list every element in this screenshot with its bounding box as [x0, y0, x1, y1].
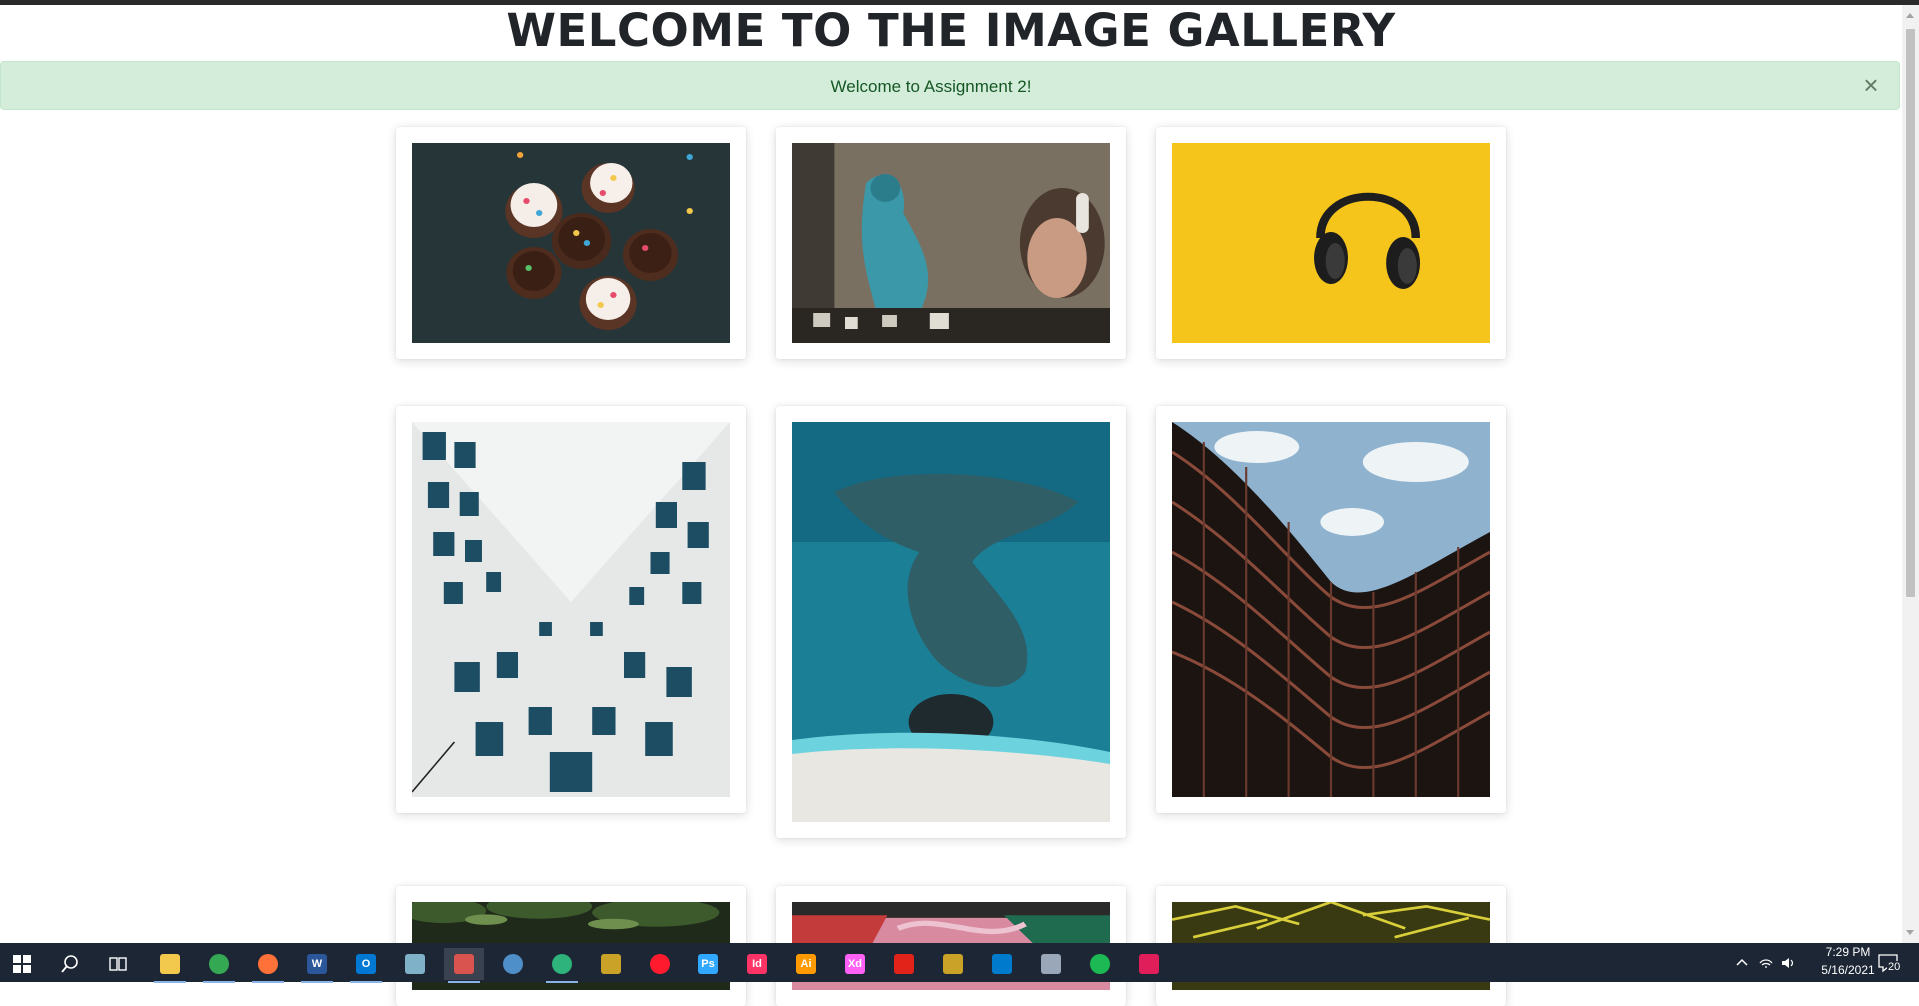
running-indicator	[448, 981, 480, 983]
outlook-icon-glyph: O	[356, 954, 376, 974]
sourcetree-icon[interactable]	[933, 948, 973, 980]
volume-icon[interactable]	[1780, 955, 1796, 971]
paint-icon-glyph	[1041, 954, 1061, 974]
notification-count: 20	[1887, 961, 1902, 973]
chrome-icon-glyph	[209, 954, 229, 974]
windows-start-icon[interactable]	[2, 948, 42, 980]
illustrator-icon[interactable]: Ai	[786, 948, 826, 980]
photoshop-icon-glyph: Ps	[698, 954, 718, 974]
file-explorer-icon-glyph	[160, 954, 180, 974]
alert-close-button[interactable]: ×	[1857, 71, 1885, 99]
welcome-alert: Welcome to Assignment 2! ×	[0, 61, 1900, 110]
scroll-thumb[interactable]	[1906, 29, 1915, 597]
globe-app-icon-glyph	[503, 954, 523, 974]
photoshop-icon[interactable]: Ps	[688, 948, 728, 980]
scroll-down-arrow-icon[interactable]	[1906, 930, 1914, 935]
search-icon-glyph	[60, 954, 80, 974]
snipping-tool-icon-glyph	[454, 954, 474, 974]
slack-icon-glyph	[1139, 954, 1159, 974]
spotify-icon-glyph	[1090, 954, 1110, 974]
sticky-app-icon[interactable]	[395, 948, 435, 980]
indesign-icon[interactable]: Id	[737, 948, 777, 980]
page-scrollbar[interactable]	[1902, 5, 1919, 943]
xd-icon[interactable]: Xd	[835, 948, 875, 980]
running-indicator	[546, 981, 578, 983]
xd-icon-glyph: Xd	[845, 954, 865, 974]
illustrator-icon-glyph: Ai	[796, 954, 816, 974]
paint-icon[interactable]	[1031, 948, 1071, 980]
page-title: WELCOME TO THE IMAGE GALLERY	[506, 4, 1396, 57]
running-indicator	[154, 981, 186, 983]
graffiti-woman-image[interactable]	[792, 143, 1110, 343]
vscode-icon-glyph	[992, 954, 1012, 974]
indesign-icon-glyph: Id	[747, 954, 767, 974]
green-app-icon-glyph	[552, 954, 572, 974]
headphones-image[interactable]	[1172, 143, 1490, 343]
gallery-card-white-building[interactable]	[396, 406, 746, 813]
white-building-image[interactable]	[412, 422, 730, 797]
gitkraken-icon-glyph	[601, 954, 621, 974]
firefox-icon-glyph	[258, 954, 278, 974]
task-view-icon-glyph	[108, 954, 128, 974]
chrome-icon[interactable]	[199, 948, 239, 983]
gallery-card-cupcakes[interactable]	[396, 127, 746, 359]
search-icon[interactable]	[50, 948, 90, 980]
running-indicator	[252, 981, 284, 983]
running-indicator	[350, 981, 382, 983]
word-icon[interactable]: W	[297, 948, 337, 983]
running-indicator	[203, 981, 235, 983]
running-indicator	[301, 981, 333, 983]
firefox-icon[interactable]	[248, 948, 288, 983]
task-view-icon[interactable]	[98, 948, 138, 980]
gitkraken-icon[interactable]	[591, 948, 631, 980]
acrobat-icon[interactable]	[884, 948, 924, 980]
file-explorer-icon[interactable]	[150, 948, 190, 983]
alert-message: Welcome to Assignment 2!	[830, 77, 1032, 96]
network-icon[interactable]	[1758, 955, 1774, 971]
opera-icon-glyph	[650, 954, 670, 974]
gallery-card-headphones[interactable]	[1156, 127, 1506, 359]
aerial-sea-image[interactable]	[792, 422, 1110, 822]
green-app-icon[interactable]	[542, 948, 582, 983]
opera-icon[interactable]	[640, 948, 680, 980]
gallery-card-aerial-sea[interactable]	[776, 406, 1126, 838]
windows-start-icon-glyph	[12, 954, 32, 974]
sourcetree-icon-glyph	[943, 954, 963, 974]
sticky-app-icon-glyph	[405, 954, 425, 974]
windows-taskbar: W O Ps Id Ai Xd 7:29 PM 5/16/2021 20	[0, 943, 1919, 983]
acrobat-icon-glyph	[894, 954, 914, 974]
scroll-up-arrow-icon[interactable]	[1906, 13, 1914, 18]
tray-chevron-icon[interactable]	[1734, 955, 1750, 971]
vscode-icon[interactable]	[982, 948, 1022, 980]
gallery-card-curved-building[interactable]	[1156, 406, 1506, 813]
snipping-tool-icon[interactable]	[444, 948, 484, 983]
cupcakes-image[interactable]	[412, 143, 730, 343]
notification-center-icon[interactable]: 20	[1876, 951, 1902, 975]
slack-icon[interactable]	[1129, 948, 1169, 980]
curved-building-image[interactable]	[1172, 422, 1490, 797]
outlook-icon[interactable]: O	[346, 948, 386, 983]
spotify-icon[interactable]	[1080, 948, 1120, 980]
gallery-card-graffiti[interactable]	[776, 127, 1126, 359]
word-icon-glyph: W	[307, 954, 327, 974]
globe-app-icon[interactable]	[493, 948, 533, 980]
